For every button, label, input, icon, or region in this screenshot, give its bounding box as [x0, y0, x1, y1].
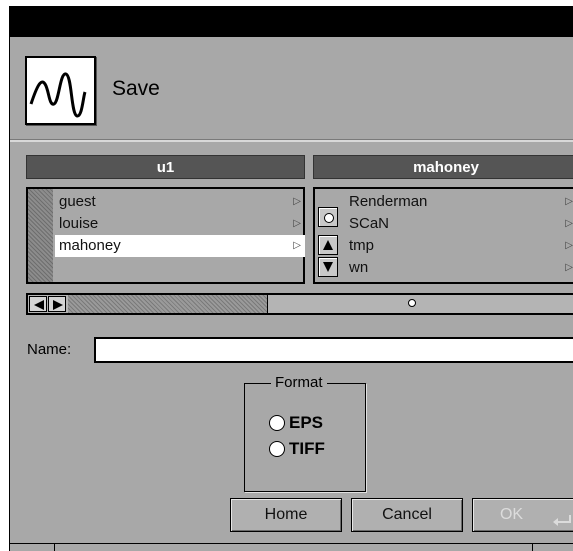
list-item-label: mahoney [59, 237, 121, 254]
list-item-label: Renderman [349, 193, 428, 210]
status-divider [54, 544, 55, 551]
list-item-louise[interactable]: louise ▷ [55, 213, 305, 235]
format-legend: Format [271, 374, 327, 391]
list-item-label: tmp [349, 237, 375, 254]
left-list-scrollbar[interactable] [28, 189, 53, 282]
save-dialog: Save u1 mahoney guest ▷ louise ▷ mahoney… [9, 6, 573, 551]
header-divider [10, 140, 573, 142]
list-item-renderman[interactable]: Renderman ▷ [345, 191, 573, 213]
window-titlebar[interactable] [10, 6, 573, 37]
format-option-label: TIFF [289, 439, 325, 458]
scroll-marker-icon [408, 299, 416, 307]
radio-button-icon[interactable] [269, 441, 285, 457]
radio-button-icon[interactable] [269, 415, 285, 431]
list-item-wn[interactable]: wn ▷ [345, 257, 573, 279]
home-button[interactable]: Home [230, 498, 342, 532]
status-divider [532, 544, 533, 551]
expand-arrow-icon: ▷ [565, 218, 573, 229]
expand-arrow-icon: ▷ [565, 196, 573, 207]
list-item-mahoney[interactable]: mahoney ▷ [55, 235, 305, 257]
format-option-label: EPS [289, 413, 324, 432]
expand-arrow-icon: ▷ [565, 240, 573, 251]
ok-button-label: OK [499, 506, 524, 523]
scroll-thumb[interactable] [68, 295, 268, 313]
name-input[interactable] [94, 337, 573, 363]
name-label: Name: [27, 341, 72, 358]
dialog-header: Save [10, 37, 573, 140]
return-key-icon [552, 508, 572, 540]
expand-arrow-icon: ▷ [293, 240, 301, 251]
left-directory-list[interactable]: guest ▷ louise ▷ mahoney ▷ [26, 187, 305, 284]
cancel-button[interactable]: Cancel [351, 498, 463, 532]
scroll-right-arrow-icon[interactable] [48, 296, 66, 312]
list-item-label: SCaN [349, 215, 390, 232]
expand-arrow-icon: ▷ [293, 218, 301, 229]
scroll-down-arrow-icon[interactable] [318, 257, 338, 277]
right-directory-list[interactable]: Renderman ▷ SCaN ▷ tmp ▷ wn ▷ [313, 187, 573, 284]
horizontal-scrollbar[interactable] [26, 293, 573, 315]
status-bar [10, 543, 573, 551]
ok-button[interactable]: OK [472, 498, 573, 532]
scroll-left-arrow-icon[interactable] [29, 296, 47, 312]
scroll-up-arrow-icon[interactable] [318, 235, 338, 255]
scroll-position-icon[interactable] [318, 207, 338, 227]
list-item-guest[interactable]: guest ▷ [55, 191, 305, 213]
right-column-header[interactable]: mahoney [313, 155, 573, 179]
list-item-label: louise [59, 215, 99, 232]
format-group: Format EPS TIFF [244, 374, 366, 492]
list-item-label: guest [59, 193, 96, 210]
expand-arrow-icon: ▷ [565, 262, 573, 273]
waveform-icon [25, 56, 96, 125]
list-item-tmp[interactable]: tmp ▷ [345, 235, 573, 257]
list-item-scan[interactable]: SCaN ▷ [345, 213, 573, 235]
list-item-label: wn [349, 259, 369, 276]
left-column-header[interactable]: u1 [26, 155, 305, 179]
dialog-title: Save [112, 77, 160, 100]
expand-arrow-icon: ▷ [293, 196, 301, 207]
